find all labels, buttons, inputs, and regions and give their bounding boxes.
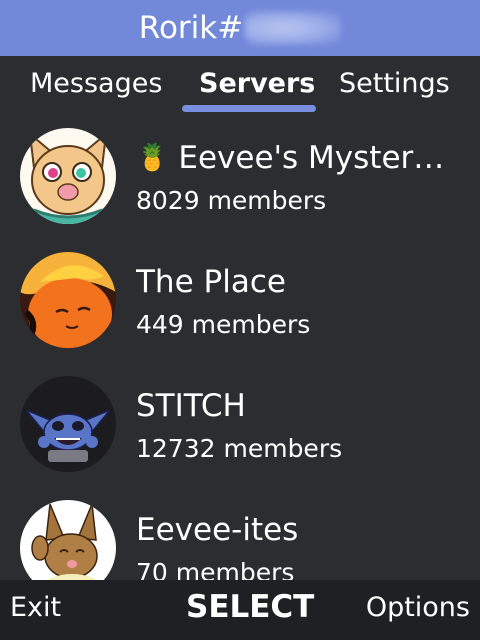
redacted-discriminator xyxy=(245,11,342,45)
tab-messages[interactable]: Messages xyxy=(30,68,162,99)
stitch-avatar xyxy=(20,376,116,472)
member-count: 70 members xyxy=(136,558,295,580)
member-count: 8029 members xyxy=(136,186,327,215)
tab-settings[interactable]: Settings xyxy=(339,68,450,99)
pineapple-icon: 🍍 xyxy=(136,143,169,173)
tab-bar: Messages Servers Settings xyxy=(0,56,480,116)
server-name: 🍍 Eevee's Myster… xyxy=(136,140,445,176)
server-row-stitch[interactable]: STITCH 12732 members xyxy=(0,364,480,488)
server-row-eevee-ites[interactable]: Eevee-ites 70 members xyxy=(0,488,480,580)
active-tab-indicator xyxy=(182,105,316,112)
title-bar: Rorik# xyxy=(0,0,480,56)
tab-servers[interactable]: Servers xyxy=(199,68,315,99)
member-count: 449 members xyxy=(136,310,311,339)
server-name: STITCH xyxy=(136,388,246,424)
server-name: The Place xyxy=(136,264,286,300)
select-softkey[interactable]: SELECT xyxy=(186,589,314,625)
options-softkey[interactable]: Options xyxy=(366,592,470,623)
member-count: 12732 members xyxy=(136,434,343,463)
server-list: 🍍 Eevee's Myster… 8029 members The Place … xyxy=(0,116,480,580)
screen: Rorik# Messages Servers Settings 🍍 Eevee… xyxy=(0,0,480,640)
server-row-the-place[interactable]: The Place 449 members xyxy=(0,240,480,364)
orange-fox-avatar xyxy=(20,252,116,348)
eevee-face-avatar xyxy=(20,128,116,224)
server-row-eevees-mystery[interactable]: 🍍 Eevee's Myster… 8029 members xyxy=(0,116,480,240)
username-label: Rorik# xyxy=(138,10,244,46)
eevee-waving-avatar xyxy=(20,500,116,580)
server-name: Eevee-ites xyxy=(136,512,299,548)
softkey-bar: Exit SELECT Options xyxy=(0,580,480,640)
exit-softkey[interactable]: Exit xyxy=(10,592,61,623)
